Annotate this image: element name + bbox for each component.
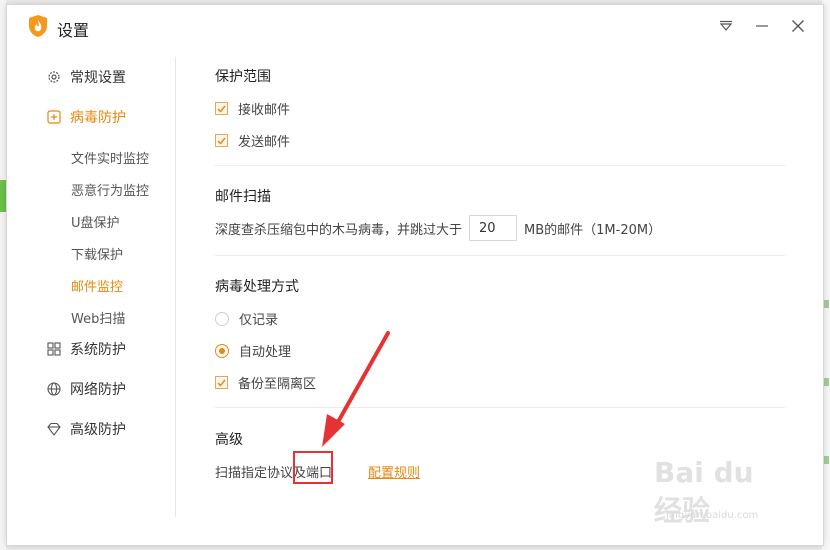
annotation-highlight-box bbox=[293, 451, 333, 484]
max-size-input[interactable] bbox=[469, 215, 518, 241]
section-title-virus-handling: 病毒处理方式 bbox=[215, 279, 299, 295]
sidebar-item-system-protection[interactable]: 系统防护 bbox=[47, 337, 126, 361]
close-icon[interactable] bbox=[787, 15, 809, 37]
auto-handle-radio[interactable] bbox=[215, 343, 229, 358]
receive-mail-checkbox[interactable] bbox=[215, 102, 228, 115]
sidebar-subitem-behavior-monitor[interactable]: 恶意行为监控 bbox=[71, 180, 149, 199]
sidebar-subitem-web-scan[interactable]: Web扫描 bbox=[71, 308, 125, 327]
section-divider bbox=[215, 407, 785, 408]
grid-icon bbox=[47, 342, 61, 356]
send-mail-checkbox[interactable] bbox=[215, 134, 228, 147]
diamond-icon bbox=[47, 422, 61, 436]
record-only-option[interactable]: 仅记录 bbox=[215, 309, 278, 328]
receive-mail-option[interactable]: 接收邮件 bbox=[215, 99, 290, 118]
sidebar-item-label: 高级防护 bbox=[70, 422, 126, 438]
globe-icon bbox=[47, 382, 61, 396]
auto-handle-label: 自动处理 bbox=[239, 345, 292, 360]
section-divider bbox=[215, 255, 785, 256]
sidebar-item-advanced-protection[interactable]: 高级防护 bbox=[47, 417, 126, 441]
backup-quarantine-label: 备份至隔离区 bbox=[238, 377, 317, 392]
auto-handle-option[interactable]: 自动处理 bbox=[215, 341, 291, 360]
sidebar-item-label: 系统防护 bbox=[70, 342, 126, 358]
sidebar-subitem-file-monitor[interactable]: 文件实时监控 bbox=[71, 148, 149, 167]
baidu-jingyan-watermark: Bai du 经验 jingyan.baidu.com bbox=[640, 456, 790, 536]
plus-box-icon bbox=[47, 110, 61, 124]
background-right-mark bbox=[824, 300, 829, 308]
send-mail-label: 发送邮件 bbox=[238, 135, 291, 150]
sidebar-divider bbox=[175, 57, 176, 517]
settings-sidebar: 常规设置 病毒防护 文件实时监控 恶意行为监控 U盘保护 下载保护 邮件监控 W… bbox=[7, 49, 177, 529]
send-mail-option[interactable]: 发送邮件 bbox=[215, 131, 290, 150]
background-right-mark bbox=[824, 378, 829, 386]
section-title-advanced: 高级 bbox=[215, 432, 243, 448]
sidebar-item-label: 常规设置 bbox=[70, 70, 126, 86]
backup-quarantine-checkbox[interactable] bbox=[215, 376, 228, 389]
watermark-url: jingyan.baidu.com bbox=[666, 510, 759, 521]
window-title: 设置 bbox=[57, 21, 90, 40]
sidebar-item-virus-protection[interactable]: 病毒防护 bbox=[47, 105, 126, 129]
receive-mail-label: 接收邮件 bbox=[238, 103, 291, 118]
sidebar-item-network-protection[interactable]: 网络防护 bbox=[47, 377, 126, 401]
sidebar-item-label: 网络防护 bbox=[70, 382, 126, 398]
backup-quarantine-option[interactable]: 备份至隔离区 bbox=[215, 373, 316, 392]
sidebar-subitem-mail-monitor[interactable]: 邮件监控 bbox=[71, 276, 123, 295]
sidebar-subitem-download-protection[interactable]: 下载保护 bbox=[71, 244, 123, 263]
record-only-radio[interactable] bbox=[215, 311, 229, 326]
mail-scan-text: 深度查杀压缩包中的木马病毒，并跳过大于 bbox=[215, 222, 463, 238]
section-title-mail-scan: 邮件扫描 bbox=[215, 189, 271, 205]
shield-flame-icon bbox=[27, 14, 49, 38]
mail-scan-row: 深度查杀压缩包中的木马病毒，并跳过大于 MB的邮件（1M-20M） bbox=[215, 215, 661, 241]
configure-rules-link[interactable]: 配置规则 bbox=[368, 462, 420, 481]
gear-icon bbox=[47, 70, 61, 84]
background-right-mark bbox=[824, 456, 829, 464]
section-divider bbox=[215, 165, 785, 166]
mail-scan-unit-text: MB的邮件（1M-20M） bbox=[524, 222, 662, 238]
sidebar-item-label: 病毒防护 bbox=[70, 110, 126, 126]
sidebar-subitem-usb-protection[interactable]: U盘保护 bbox=[71, 212, 120, 231]
record-only-label: 仅记录 bbox=[239, 313, 279, 328]
sidebar-item-general[interactable]: 常规设置 bbox=[47, 65, 126, 89]
section-title-protect-scope: 保护范围 bbox=[215, 69, 271, 85]
